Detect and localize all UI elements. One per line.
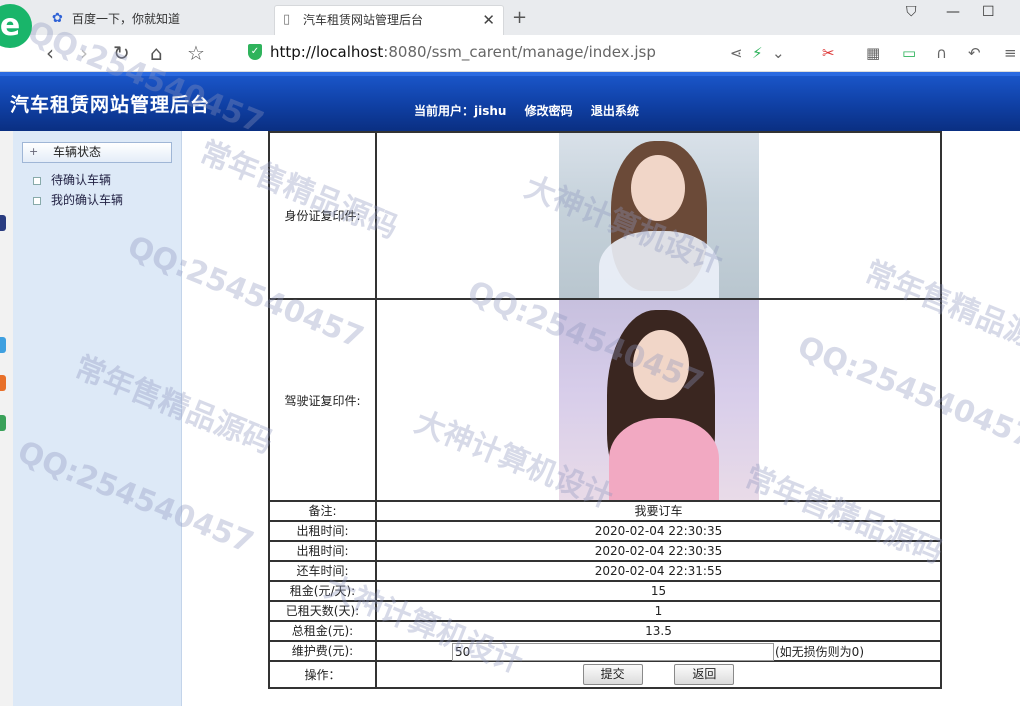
browser-side-strip [0,131,13,706]
close-tab-icon[interactable]: ✕ [482,6,495,34]
back-icon[interactable]: ‹ [46,41,54,65]
table-row: 租金(元/天): 15 [268,580,942,602]
home-icon[interactable]: ⌂ [150,41,163,65]
daily-rent-value: 15 [375,580,942,602]
table-row: 总租金(元): 13.5 [268,620,942,642]
apps-icon[interactable]: ▦ [866,43,880,63]
table-row: 维护费(元): 50 (如无损伤则为0) [268,640,942,662]
maximize-icon[interactable]: ☐ [982,4,995,20]
operation-cell: 提交 返回 [375,660,942,689]
app-header: 汽车租赁网站管理后台 当前用户：jishu 修改密码 退出系统 [0,72,1020,131]
operation-label: 操作： [268,660,377,689]
page-icon: ▯ [283,12,291,27]
daily-rent-label: 租金(元/天): [268,580,377,602]
refresh-icon[interactable]: ↻ [113,41,130,65]
maintenance-fee-hint: (如无损伤则为0) [775,645,864,659]
sidebar-item-my-confirmed-cars[interactable]: 我的确认车辆 [33,191,123,208]
scissors-icon[interactable]: ✂ [822,43,835,63]
browser-tab-bar: e ✿ 百度一下，你就知道 ▯ 汽车租赁网站管理后台 ✕ + ⛉ — ☐ [0,0,1020,48]
license-copy-label: 驾驶证复印件: [268,298,377,502]
remark-label: 备注: [268,500,377,522]
rented-days-value: 1 [375,600,942,622]
sidebar-app-icon[interactable] [0,375,6,391]
table-row: 还车时间: 2020-02-04 22:31:55 [268,560,942,582]
table-row: 出租时间: 2020-02-04 22:30:35 [268,540,942,562]
sidebar-item-label: 我的确认车辆 [51,193,124,207]
sidebar-app-icon[interactable] [0,415,6,431]
id-copy-cell [375,131,942,300]
paw-icon: ✿ [52,11,63,26]
menu-icon[interactable]: ≡ [1004,43,1017,63]
table-row: 出租时间: 2020-02-04 22:30:35 [268,520,942,542]
url-field[interactable]: ✓ http://localhost:8080/ssm_carent/manag… [240,41,720,65]
star-icon[interactable]: ☆ [187,41,205,65]
maintenance-fee-input[interactable]: 50 [452,643,774,661]
rent-time-value: 2020-02-04 22:30:35 [375,520,942,542]
id-copy-label: 身份证复印件: [268,131,377,300]
return-time-label: 还车时间: [268,560,377,582]
shield-icon: ✓ [248,44,262,60]
remark-value: 我要订车 [375,500,942,522]
chevron-down-icon[interactable]: ⌄ [772,43,785,63]
tab-admin[interactable]: ▯ 汽车租赁网站管理后台 ✕ [274,5,504,35]
logout-link[interactable]: 退出系统 [591,104,639,118]
tab-baidu[interactable]: ✿ 百度一下，你就知道 [44,5,272,35]
rental-detail-table: 身份证复印件: 驾驶证复印件: 备注: 我要订车 出租时间: 2020-02-0… [268,131,942,689]
return-time-value: 2020-02-04 22:31:55 [375,560,942,582]
headphones-icon[interactable]: ∩ [936,43,947,63]
tab-label: 汽车租赁网站管理后台 [303,13,424,27]
back-button[interactable]: 返回 [674,664,735,685]
page-title: 汽车租赁网站管理后台 [10,94,211,116]
tree-leaf-icon [33,177,41,185]
share-icon[interactable]: ⋖ [730,43,743,63]
maintenance-fee-cell: 50 (如无损伤则为0) [375,640,942,662]
sidebar: + 车辆状态 待确认车辆 我的确认车辆 [13,131,182,706]
sidebar-app-icon[interactable] [0,337,6,353]
minimize-icon[interactable]: — [946,4,960,20]
table-row: 备注: 我要订车 [268,500,942,522]
total-rent-label: 总租金(元): [268,620,377,642]
undo-icon[interactable]: ↶ [968,43,981,63]
rent-time-value: 2020-02-04 22:30:35 [375,540,942,562]
table-row: 操作： 提交 返回 [268,660,942,689]
sidebar-item-label: 待确认车辆 [51,173,112,187]
sidebar-app-icon[interactable] [0,215,6,231]
header-links: 当前用户：jishu 修改密码 退出系统 [414,102,653,119]
forward-icon[interactable]: › [80,41,88,65]
table-row: 驾驶证复印件: [268,298,942,502]
total-rent-value: 13.5 [375,620,942,642]
battery-icon[interactable]: ▭ [902,43,916,63]
rent-time-label: 出租时间: [268,540,377,562]
id-card-photo [558,133,759,298]
tree-leaf-icon [33,197,41,205]
address-bar: ‹ › ↻ ⌂ ☆ ✓ http://localhost:8080/ssm_ca… [0,35,1020,72]
url-text: http://localhost:8080/ssm_carent/manage/… [270,43,656,61]
submit-button[interactable]: 提交 [582,664,643,685]
sidebar-item-pending-cars[interactable]: 待确认车辆 [33,171,111,188]
lightning-icon[interactable]: ⚡ [752,43,763,63]
rented-days-label: 已租天数(天): [268,600,377,622]
main-content: 身份证复印件: 驾驶证复印件: 备注: 我要订车 出租时间: 2020-02-0… [182,131,1020,706]
table-row: 已租天数(天): 1 [268,600,942,622]
maintenance-fee-label: 维护费(元): [268,640,377,662]
license-photo [558,300,759,500]
table-row: 身份证复印件: [268,131,942,300]
rent-time-label: 出租时间: [268,520,377,542]
skin-icon[interactable]: ⛉ [906,4,917,20]
tab-label: 百度一下，你就知道 [72,12,181,26]
new-tab-icon[interactable]: + [512,5,527,31]
sidebar-group-label: 车辆状态 [53,145,102,159]
change-password-link[interactable]: 修改密码 [525,104,573,118]
current-user: 当前用户：jishu [414,104,507,118]
expand-icon: + [29,145,39,158]
license-copy-cell [375,298,942,502]
sidebar-group-header[interactable]: + 车辆状态 [22,142,172,163]
